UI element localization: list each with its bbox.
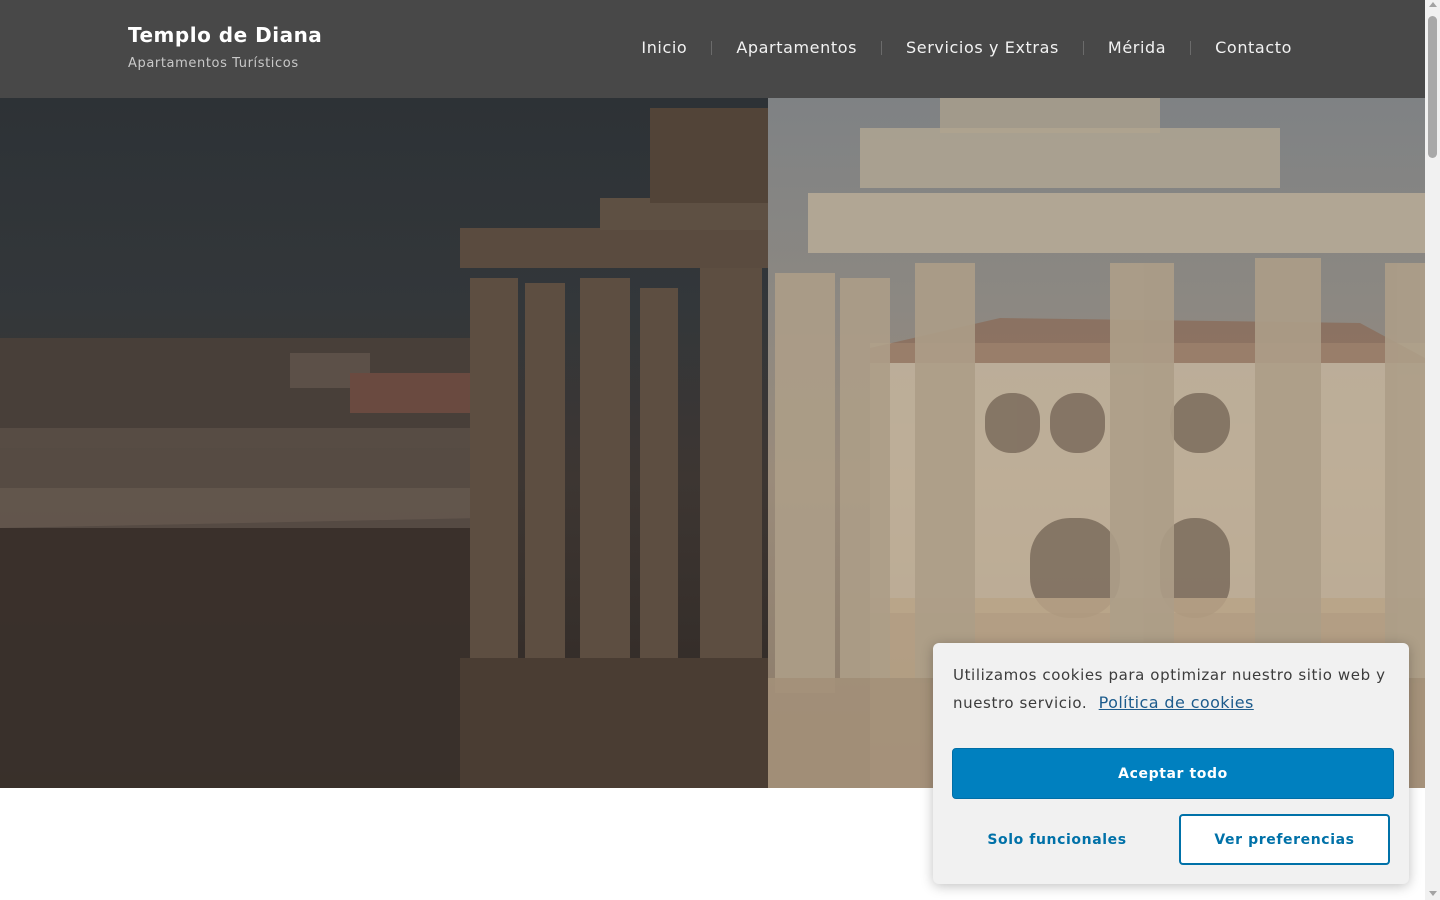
- page: Templo de Diana Apartamentos Turísticos …: [0, 0, 1440, 900]
- nav-separator: [881, 40, 883, 55]
- scroll-up-arrow-icon[interactable]: [1429, 2, 1437, 7]
- nav-separator: [711, 40, 713, 55]
- nav-item-merida[interactable]: Mérida: [1108, 38, 1166, 57]
- view-preferences-button[interactable]: Ver preferencias: [1179, 814, 1390, 865]
- nav-item-inicio[interactable]: Inicio: [641, 38, 687, 57]
- nav-item-apartamentos[interactable]: Apartamentos: [736, 38, 857, 57]
- brand[interactable]: Templo de Diana Apartamentos Turísticos: [128, 22, 322, 71]
- functional-only-button[interactable]: Solo funcionales: [952, 814, 1162, 865]
- cookie-consent-panel: Utilizamos cookies para optimizar nuestr…: [933, 643, 1409, 884]
- vertical-scrollbar[interactable]: [1425, 0, 1440, 900]
- site-subtitle: Apartamentos Turísticos: [128, 56, 299, 71]
- site-header: Templo de Diana Apartamentos Turísticos …: [0, 0, 1425, 98]
- main-nav: Inicio Apartamentos Servicios y Extras M…: [641, 38, 1292, 57]
- nav-separator: [1082, 40, 1084, 55]
- cookie-policy-link[interactable]: Política de cookies: [1099, 693, 1254, 712]
- scroll-down-arrow-icon[interactable]: [1429, 891, 1437, 896]
- cookie-message-block: Utilizamos cookies para optimizar nuestr…: [953, 662, 1393, 717]
- nav-separator: [1190, 40, 1192, 55]
- scroll-thumb[interactable]: [1428, 16, 1437, 158]
- nav-item-contacto[interactable]: Contacto: [1215, 38, 1292, 57]
- site-title[interactable]: Templo de Diana: [128, 22, 322, 48]
- accept-all-button[interactable]: Aceptar todo: [952, 748, 1394, 799]
- nav-item-servicios[interactable]: Servicios y Extras: [906, 38, 1059, 57]
